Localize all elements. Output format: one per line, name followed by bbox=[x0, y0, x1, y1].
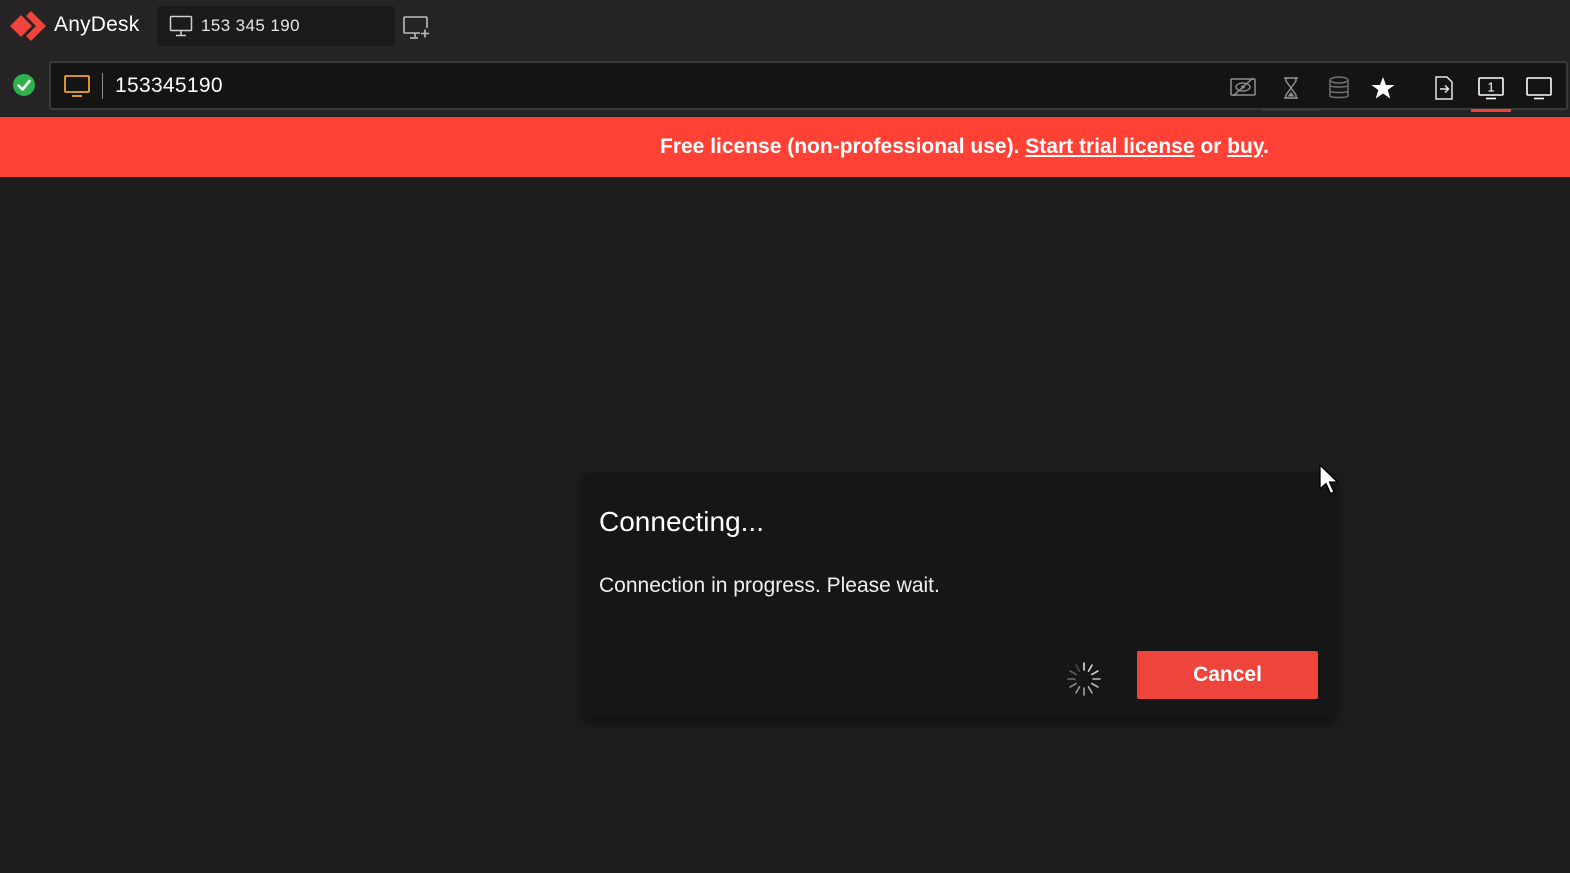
cancel-button[interactable]: Cancel bbox=[1137, 651, 1318, 699]
buy-link[interactable]: buy bbox=[1227, 135, 1263, 158]
dialog-message: Connection in progress. Please wait. bbox=[599, 574, 940, 597]
address-separator bbox=[102, 73, 103, 99]
address-input[interactable]: 153345190 bbox=[115, 74, 223, 98]
license-banner-suffix: . bbox=[1262, 135, 1269, 158]
privacy-mode-icon[interactable] bbox=[1226, 71, 1260, 105]
address-field[interactable]: 153345190 1 bbox=[49, 61, 1568, 112]
loading-spinner-icon bbox=[1067, 662, 1101, 696]
license-banner-text: Free license (non-professional use). Sta… bbox=[660, 135, 1269, 159]
database-icon[interactable] bbox=[1322, 71, 1356, 105]
connected-check-icon bbox=[13, 74, 35, 96]
license-banner-prefix: Free license (non-professional use). bbox=[660, 135, 1026, 158]
monitor-1-icon[interactable]: 1 bbox=[1471, 71, 1511, 112]
tab-label: 153 345 190 bbox=[201, 16, 300, 35]
dialog-title: Connecting... bbox=[599, 506, 764, 537]
connecting-dialog: Connecting... Connection in progress. Pl… bbox=[583, 474, 1335, 718]
address-bar-row: 153345190 1 bbox=[0, 56, 1570, 116]
file-transfer-icon[interactable] bbox=[1427, 71, 1461, 105]
monitor-icon bbox=[64, 75, 90, 97]
mouse-pointer-icon bbox=[1319, 464, 1339, 495]
app-name: AnyDesk bbox=[54, 13, 140, 36]
favorite-star-icon[interactable] bbox=[1366, 71, 1400, 105]
hourglass-icon[interactable] bbox=[1262, 71, 1320, 111]
license-banner-or: or bbox=[1194, 135, 1228, 158]
display-icon[interactable] bbox=[1522, 71, 1556, 105]
anydesk-logo-icon bbox=[10, 11, 46, 41]
tab-remote-session[interactable]: 153 345 190 bbox=[157, 6, 395, 46]
monitor-number: 1 bbox=[1487, 80, 1494, 95]
new-session-icon[interactable] bbox=[402, 14, 432, 42]
monitor-icon bbox=[169, 15, 193, 37]
license-banner: Free license (non-professional use). Sta… bbox=[0, 117, 1570, 177]
title-bar: AnyDesk 153 345 190 bbox=[0, 0, 1570, 56]
start-trial-link[interactable]: Start trial license bbox=[1025, 135, 1194, 158]
